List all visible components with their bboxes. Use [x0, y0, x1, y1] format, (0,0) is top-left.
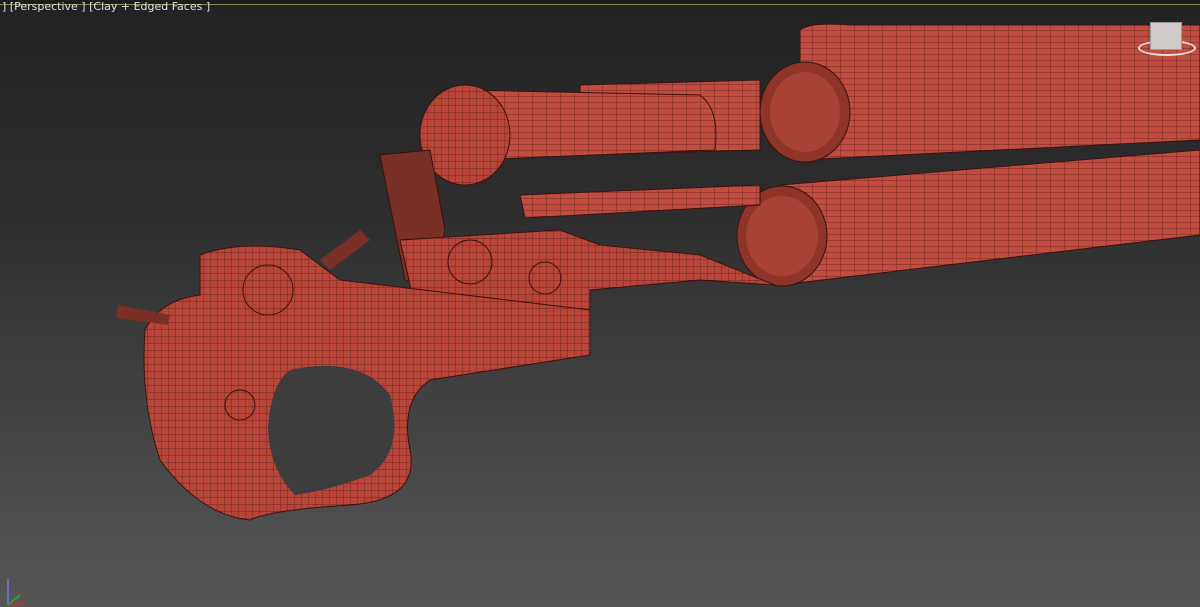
viewport-menu[interactable]: ]	[2, 0, 10, 13]
viewcube[interactable]	[1150, 22, 1182, 50]
axis-tripod-icon	[7, 579, 26, 606]
viewport-scene[interactable]	[0, 0, 1200, 607]
viewport-view-menu[interactable]: [Perspective ]	[10, 0, 89, 13]
viewport-label: ] [Perspective ] [Clay + Edged Faces ]	[2, 0, 210, 13]
viewport-shading-menu[interactable]: [Clay + Edged Faces ]	[89, 0, 210, 13]
